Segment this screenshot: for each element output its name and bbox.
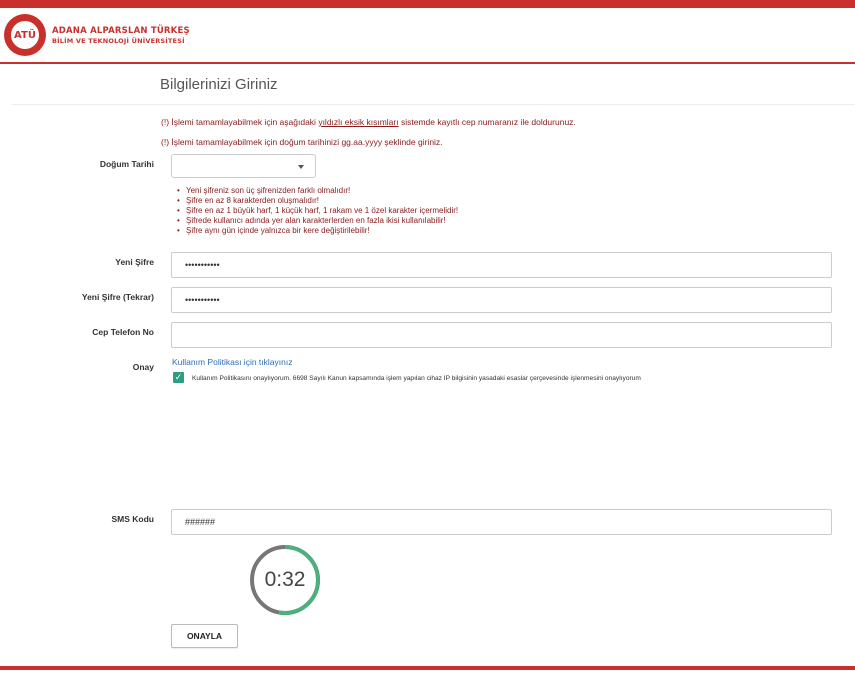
logo-abbrev: ATÜ — [9, 19, 41, 51]
warning-incomplete-fields: (!) İşlemi tamamlayabilmek için aşağıdak… — [161, 117, 576, 127]
university-name[interactable]: ADANA ALPARSLAN TÜRKEŞ BİLİM VE TEKNOLOJ… — [52, 26, 190, 45]
birth-date-select[interactable] — [171, 154, 316, 178]
new-password-input[interactable]: ••••••••••• — [171, 252, 832, 278]
page-title: Bilgilerinizi Giriniz — [160, 76, 278, 93]
consent-checkbox[interactable]: ✓ — [173, 372, 184, 383]
phone-input[interactable] — [171, 322, 832, 348]
new-password-repeat-label: Yeni Şifre (Tekrar) — [81, 292, 154, 302]
university-name-line1: ADANA ALPARSLAN TÜRKEŞ — [52, 26, 190, 36]
birth-date-label: Doğum Tarihi — [99, 159, 154, 169]
password-rule: Şifre en az 1 büyük harf, 1 küçük harf, … — [177, 206, 458, 216]
new-password-repeat-input[interactable]: ••••••••••• — [171, 287, 832, 313]
sms-code-input[interactable]: ###### — [171, 509, 832, 535]
countdown-timer-text: 0:32 — [264, 568, 306, 591]
password-rules-list: Yeni şifreniz son üç şifrenizden farklı … — [177, 186, 458, 236]
policy-link[interactable]: Kullanım Politikası için tıklayınız — [172, 357, 292, 367]
warning-1-prefix: (!) İşlemi tamamlayabilmek için aşağıdak… — [161, 117, 319, 127]
password-rule: Şifrede kullanıcı adında yer alan karakt… — [177, 216, 458, 226]
warning-1-suffix: sistemde kayıtlı cep numaranız ile doldu… — [398, 117, 576, 127]
chevron-down-icon — [298, 165, 304, 169]
new-password-label: Yeni Şifre — [115, 257, 154, 267]
password-rule: Şifre aynı gün içinde yalnızca bir kere … — [177, 226, 458, 236]
consent-label: Onay — [132, 362, 154, 372]
password-rule: Yeni şifreniz son üç şifrenizden farklı … — [177, 186, 458, 196]
confirm-button[interactable]: ONAYLA — [171, 624, 238, 648]
warning-1-emphasis: yıldızlı eksik kısımları — [318, 117, 399, 127]
checkmark-icon: ✓ — [174, 372, 183, 382]
university-name-line2: BİLİM VE TEKNOLOJİ ÜNİVERSİTESİ — [52, 37, 185, 45]
footer-accent-bar — [0, 666, 855, 670]
university-logo[interactable]: ATÜ — [4, 14, 46, 56]
phone-label: Cep Telefon No — [92, 327, 154, 337]
top-accent-bar — [0, 0, 855, 8]
consent-text: Kullanım Politikasını onaylıyorum. 6698 … — [192, 375, 641, 382]
site-header: ATÜ ADANA ALPARSLAN TÜRKEŞ BİLİM VE TEKN… — [0, 8, 855, 64]
sms-code-label: SMS Kodu — [111, 514, 155, 524]
warning-birth-date-format: (!) İşlemi tamamlayabilmek için doğum ta… — [161, 137, 443, 147]
password-rule: Şifre en az 8 karakterden oluşmalıdır! — [177, 196, 458, 206]
title-divider — [12, 104, 855, 105]
